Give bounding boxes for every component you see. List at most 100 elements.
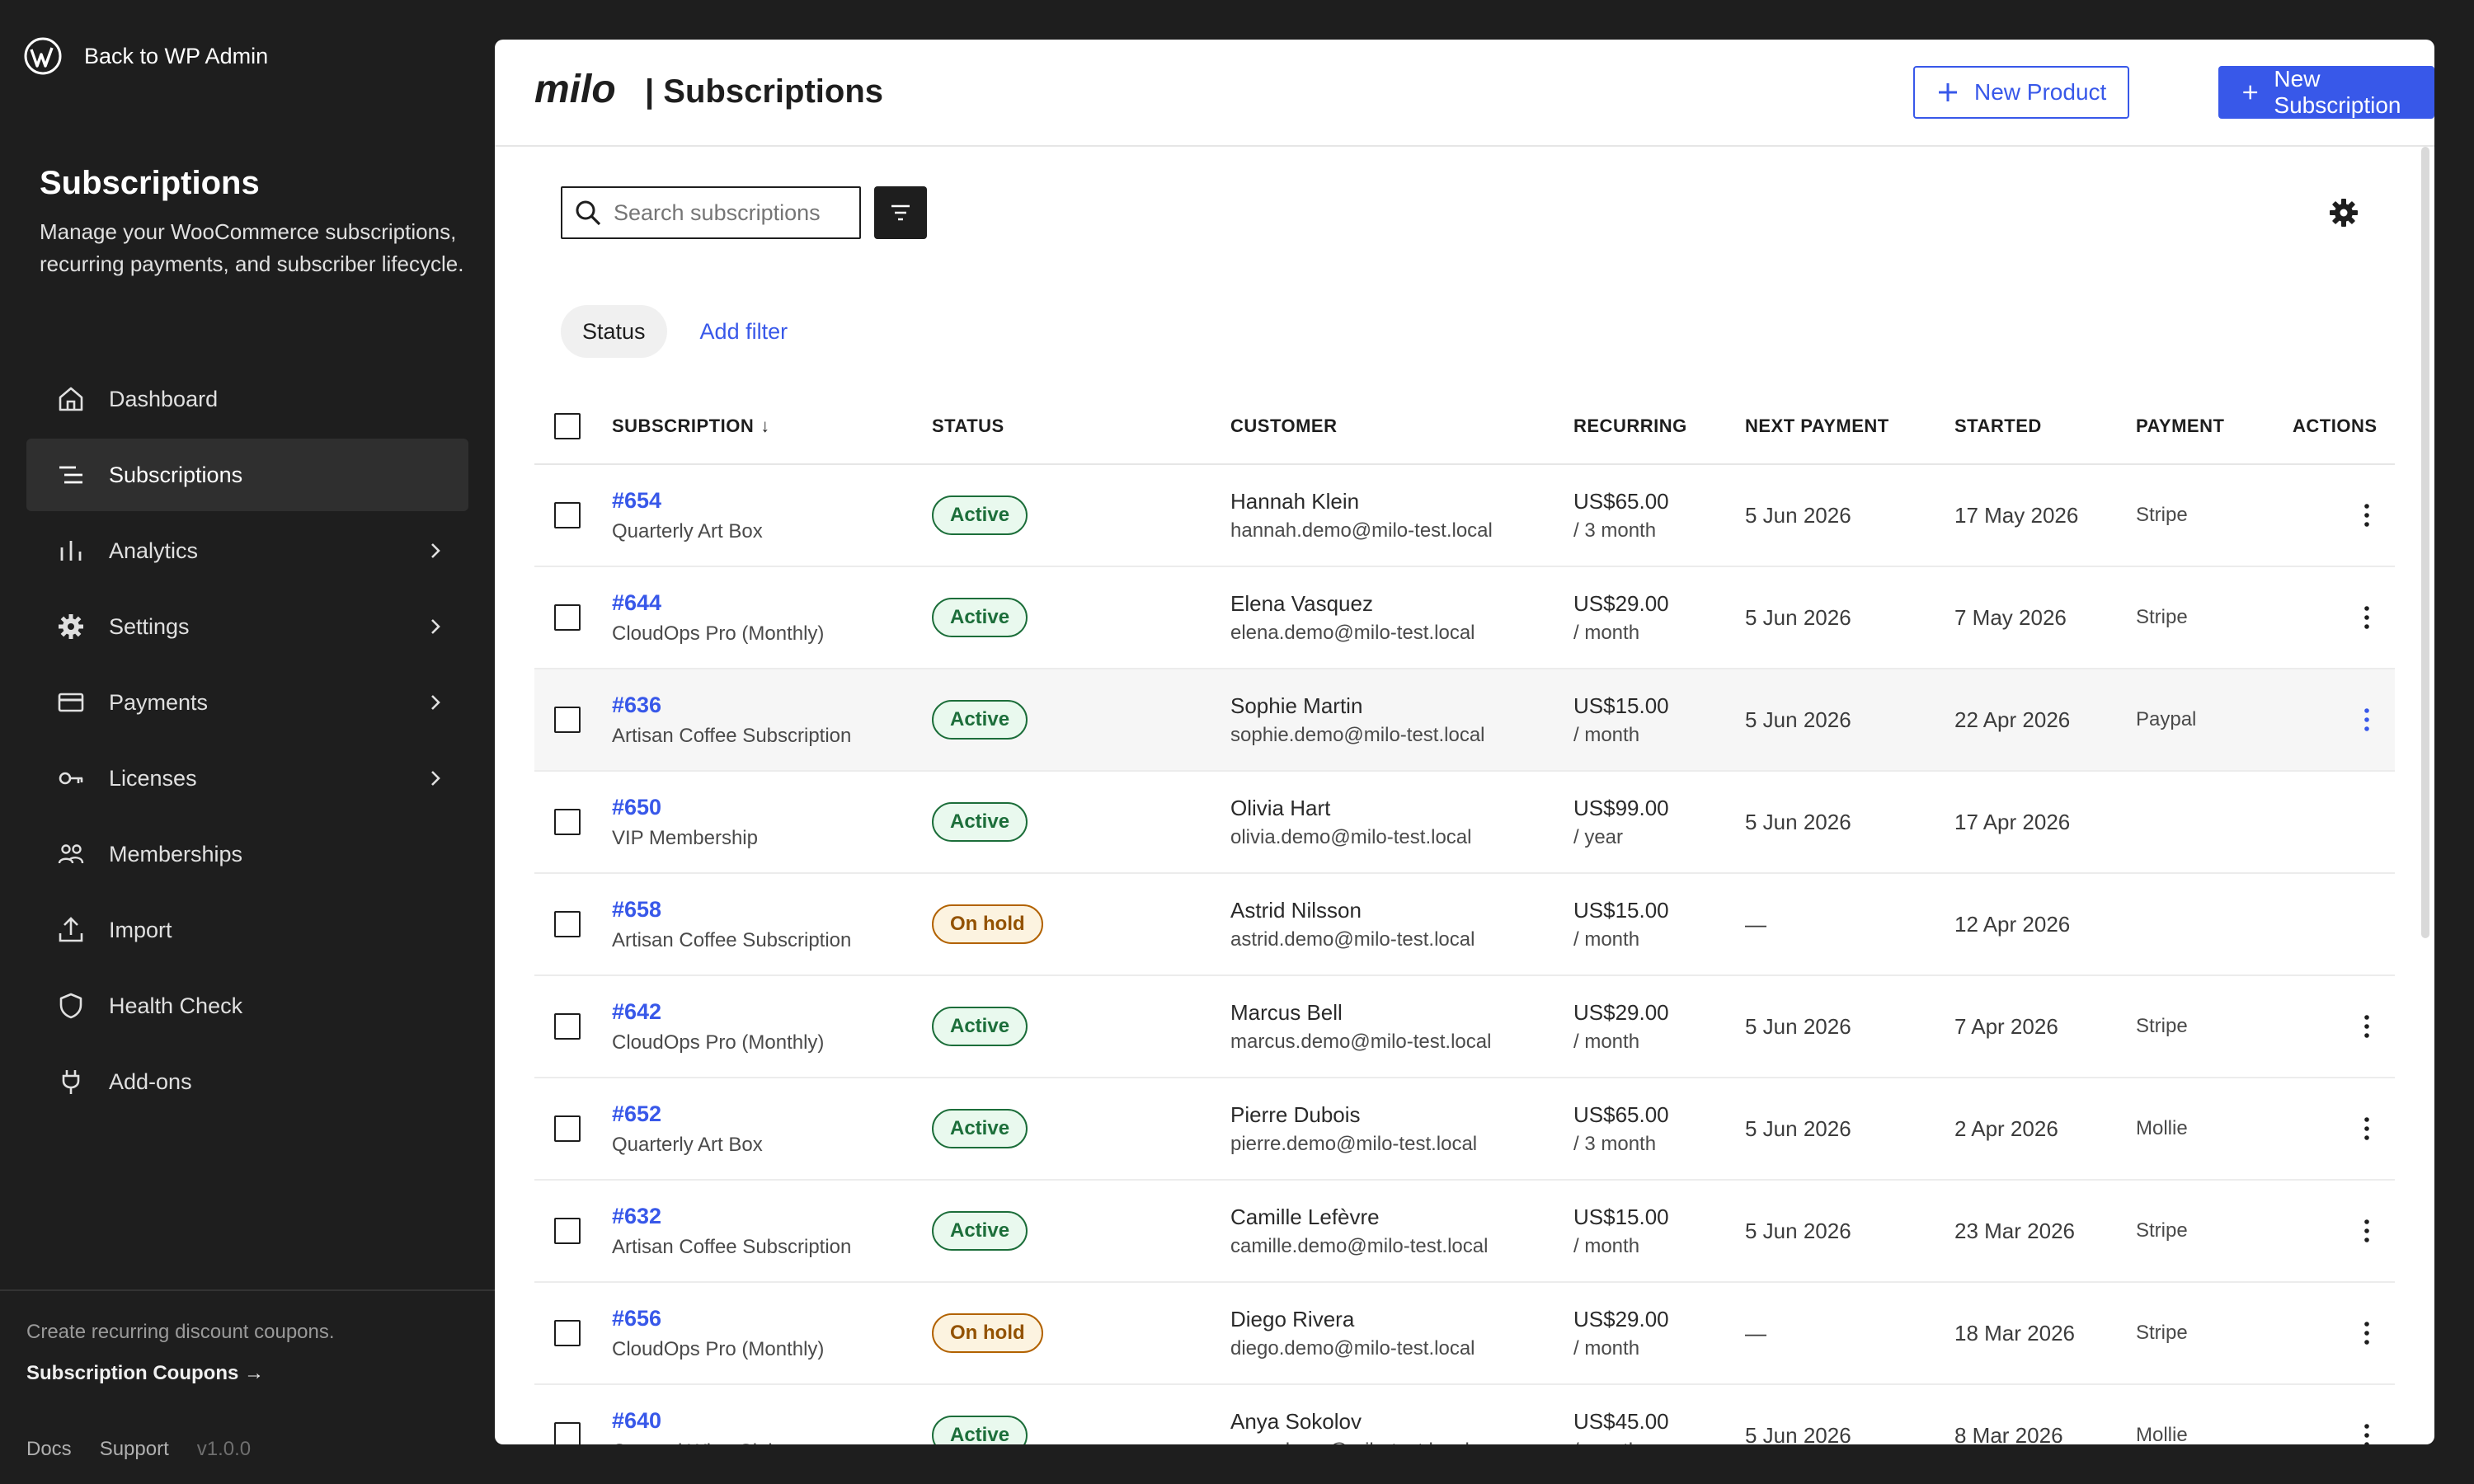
customer-name: Diego Rivera [1230, 1306, 1355, 1331]
recurring-period: / year [1573, 825, 1624, 848]
new-subscription-button[interactable]: New Subscription [2218, 66, 2434, 119]
search-icon [576, 200, 601, 226]
coupon-description: Create recurring discount coupons. [26, 1321, 335, 1343]
sidebar-item-payments[interactable]: Payments [26, 666, 468, 739]
column-header-next-payment[interactable]: NEXT PAYMENT [1745, 416, 1954, 437]
sidebar-item-import[interactable]: Import [26, 894, 468, 966]
subscription-id-link[interactable]: #640 [612, 1408, 932, 1434]
search-input[interactable] [614, 200, 853, 226]
select-all-checkbox[interactable] [554, 413, 581, 439]
column-header-started[interactable]: STARTED [1954, 416, 2136, 437]
subscription-id-link[interactable]: #654 [612, 488, 932, 514]
row-checkbox[interactable] [554, 809, 581, 835]
row-actions-button[interactable] [2350, 1317, 2383, 1350]
recurring-period: / 3 month [1573, 519, 1657, 542]
column-header-status[interactable]: STATUS [932, 416, 1230, 437]
chevron-right-icon [431, 619, 440, 634]
payment-method: Stripe [2136, 1219, 2188, 1242]
row-checkbox[interactable] [554, 502, 581, 528]
support-link[interactable]: Support [100, 1438, 169, 1461]
brand-text: milo [534, 69, 616, 111]
row-checkbox[interactable] [554, 911, 581, 937]
table-row[interactable]: #652 Quarterly Art Box Active Pierre Dubois… [534, 1078, 2395, 1181]
table-row[interactable]: #656 CloudOps Pro (Monthly) On hold Diego R… [534, 1283, 2395, 1385]
filter-button[interactable] [874, 186, 927, 239]
subscription-id-link[interactable]: #632 [612, 1204, 932, 1229]
row-checkbox[interactable] [554, 1320, 581, 1346]
sidebar-item-dashboard[interactable]: Dashboard [26, 363, 468, 435]
column-header-recurring[interactable]: RECURRING [1573, 416, 1745, 437]
table-row[interactable]: #632 Artisan Coffee Subscription Active Cam… [534, 1181, 2395, 1283]
row-actions-button[interactable] [2350, 499, 2383, 532]
subscription-id-link[interactable]: #642 [612, 999, 932, 1025]
recurring-amount: US$15.00 [1573, 693, 1669, 718]
table-row[interactable]: #658 Artisan Coffee Subscription On hold As… [534, 874, 2395, 976]
subscription-id-link[interactable]: #658 [612, 897, 932, 923]
row-actions-button[interactable] [2350, 1010, 2383, 1043]
column-header-subscription[interactable]: SUBSCRIPTION ↓ [612, 416, 932, 437]
customer-name: Camille Lefèvre [1230, 1204, 1380, 1229]
sidebar-item-label: Add-ons [109, 1068, 192, 1094]
product-name: VIP Membership [612, 826, 758, 849]
status-badge: Active [932, 1211, 1028, 1251]
table-row[interactable]: #644 CloudOps Pro (Monthly) Active Elena Va… [534, 567, 2395, 669]
main-panel: milo | Subscriptions New Product New Sub… [495, 40, 2434, 1444]
new-product-button[interactable]: New Product [1913, 66, 2130, 119]
sidebar-item-settings[interactable]: Settings [26, 590, 468, 663]
row-actions-button[interactable] [2350, 1419, 2383, 1444]
sidebar-item-analytics[interactable]: Analytics [26, 514, 468, 587]
row-checkbox[interactable] [554, 1013, 581, 1040]
table-row[interactable]: #650 VIP Membership Active Olivia Hart olivi… [534, 772, 2395, 874]
sidebar-item-licenses[interactable]: Licenses [26, 742, 468, 815]
recurring-period: / month [1573, 1234, 1640, 1257]
subscription-id-link[interactable]: #636 [612, 693, 932, 718]
row-checkbox[interactable] [554, 707, 581, 733]
row-checkbox[interactable] [554, 1115, 581, 1142]
sidebar-item-memberships[interactable]: Memberships [26, 818, 468, 890]
row-checkbox[interactable] [554, 604, 581, 631]
table-row[interactable]: #654 Quarterly Art Box Active Hannah Klein h… [534, 465, 2395, 567]
subscription-id-link[interactable]: #650 [612, 795, 932, 820]
more-vertical-icon [2364, 708, 2369, 731]
add-filter-link[interactable]: Add filter [700, 319, 788, 345]
status-badge: Active [932, 1109, 1028, 1148]
back-to-wp-admin-link[interactable]: Back to WP Admin [23, 36, 268, 76]
subscription-id-link[interactable]: #644 [612, 590, 932, 616]
subscription-id-link[interactable]: #652 [612, 1101, 932, 1127]
table-row[interactable]: #640 Curated Wine Club Active Anya Sokolov a… [534, 1385, 2395, 1444]
customer-name: Pierre Dubois [1230, 1101, 1361, 1127]
status-badge: Active [932, 495, 1028, 535]
sidebar-item-health-check[interactable]: Health Check [26, 970, 468, 1042]
column-header-customer[interactable]: CUSTOMER [1230, 416, 1573, 437]
row-checkbox[interactable] [554, 1218, 581, 1244]
status-filter-chip[interactable]: Status [561, 305, 667, 358]
column-header-payment[interactable]: PAYMENT [2136, 416, 2293, 437]
more-vertical-icon [2364, 1117, 2369, 1140]
subscription-coupons-link[interactable]: Subscription Coupons → [26, 1362, 264, 1385]
row-actions-button[interactable] [2350, 1214, 2383, 1247]
docs-link[interactable]: Docs [26, 1438, 72, 1461]
row-actions-button[interactable] [2350, 601, 2383, 634]
sidebar-item-subscriptions[interactable]: Subscriptions [26, 439, 468, 511]
row-checkbox[interactable] [554, 1422, 581, 1444]
table-row[interactable]: #636 Artisan Coffee Subscription Active Sop… [534, 669, 2395, 772]
version-label: v1.0.0 [196, 1438, 252, 1460]
customer-name: Hannah Klein [1230, 488, 1360, 514]
table-row[interactable]: #642 CloudOps Pro (Monthly) Active Marcus B… [534, 976, 2395, 1078]
upload-icon [56, 915, 86, 945]
recurring-amount: US$45.00 [1573, 1408, 1669, 1434]
recurring-amount: US$15.00 [1573, 897, 1669, 923]
customer-email: diego.demo@milo-test.local [1230, 1336, 1475, 1360]
subscription-id-link[interactable]: #656 [612, 1306, 932, 1331]
row-actions-button[interactable] [2350, 1112, 2383, 1145]
sidebar-item-label: Subscriptions [109, 462, 243, 487]
sidebar-item-label: Memberships [109, 841, 243, 866]
row-actions-button[interactable] [2350, 703, 2383, 736]
plus-icon [1939, 83, 1957, 101]
scrollbar[interactable] [2421, 147, 2429, 938]
table-settings-gear-icon[interactable] [2327, 196, 2360, 229]
sidebar-item-add-ons[interactable]: Add-ons [26, 1045, 468, 1118]
subscriptions-table: SUBSCRIPTION ↓ STATUS CUSTOMER RECURRING … [534, 389, 2395, 1444]
product-name: Curated Wine Club [612, 1440, 779, 1445]
column-header-actions: ACTIONS [2293, 416, 2378, 436]
